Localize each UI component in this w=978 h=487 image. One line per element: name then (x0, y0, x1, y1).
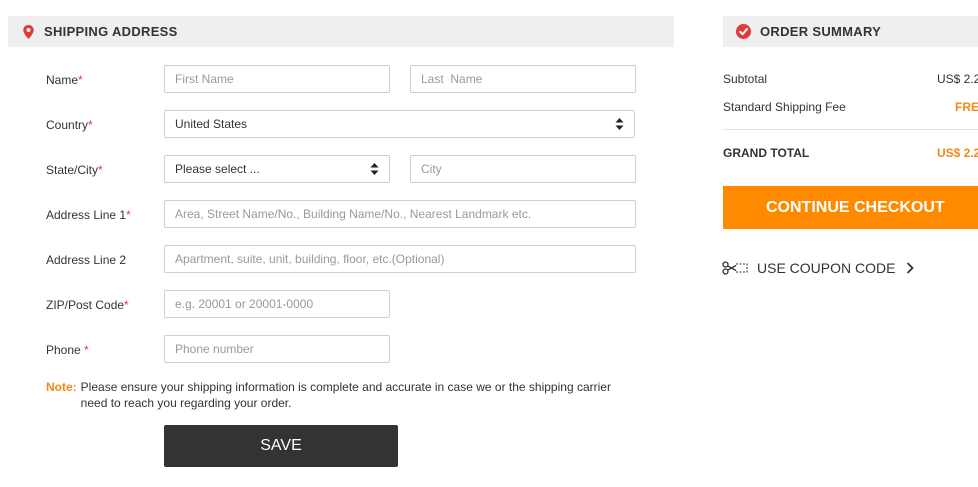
zip-code-input[interactable] (164, 290, 390, 318)
phone-label: Phone * (46, 343, 89, 357)
first-name-input[interactable] (164, 65, 390, 93)
address-line-2-label: Address Line 2 (46, 253, 127, 267)
required-mark: * (126, 208, 131, 222)
country-select[interactable]: United States (164, 110, 635, 138)
order-summary-header: ORDER SUMMARY (723, 16, 978, 47)
state-select-value: Please select ... (175, 162, 260, 176)
address-line-1-input[interactable] (164, 200, 636, 228)
city-input[interactable] (410, 155, 636, 183)
continue-checkout-button[interactable]: CONTINUE CHECKOUT (723, 186, 978, 229)
required-mark: * (98, 163, 103, 177)
shipping-address-title: SHIPPING ADDRESS (44, 24, 178, 39)
shipping-fee-value: FRE (955, 100, 978, 114)
zip-code-label: ZIP/Post Code* (46, 298, 129, 312)
required-mark: * (88, 118, 93, 132)
chevron-right-icon (906, 262, 915, 274)
use-coupon-code-link[interactable]: USE COUPON CODE (722, 258, 915, 278)
country-label: Country* (46, 118, 93, 132)
note-label: Note: (46, 380, 77, 394)
note-text: Please ensure your shipping information … (80, 380, 611, 410)
map-pin-icon (23, 24, 34, 39)
address-line-2-input[interactable] (164, 245, 636, 273)
grand-total-label: GRAND TOTAL (723, 146, 810, 160)
shipping-address-header: SHIPPING ADDRESS (8, 16, 674, 47)
country-select-value: United States (175, 117, 248, 131)
required-mark: * (124, 298, 129, 312)
last-name-input[interactable] (410, 65, 636, 93)
up-down-arrows-icon (615, 117, 624, 131)
order-summary-title: ORDER SUMMARY (760, 24, 882, 39)
scissors-coupon-icon (722, 261, 748, 275)
summary-divider (723, 129, 978, 130)
state-city-label: State/City* (46, 163, 103, 177)
coupon-label: USE COUPON CODE (757, 260, 896, 276)
shipping-note: Note: Please ensure your shipping inform… (46, 379, 626, 411)
up-down-arrows-icon (370, 162, 379, 176)
subtotal-value: US$ 2.2 (937, 72, 978, 86)
required-mark: * (78, 73, 83, 87)
grand-total-value: US$ 2.2 (937, 146, 978, 160)
required-mark: * (84, 343, 89, 357)
shipping-fee-label: Standard Shipping Fee (723, 100, 846, 114)
phone-input[interactable] (164, 335, 390, 363)
state-select[interactable]: Please select ... (164, 155, 390, 183)
subtotal-label: Subtotal (723, 72, 768, 86)
order-badge-icon (736, 24, 751, 39)
save-button[interactable]: SAVE (164, 425, 398, 467)
name-label: Name* (46, 73, 83, 87)
address-line-1-label: Address Line 1* (46, 208, 131, 222)
